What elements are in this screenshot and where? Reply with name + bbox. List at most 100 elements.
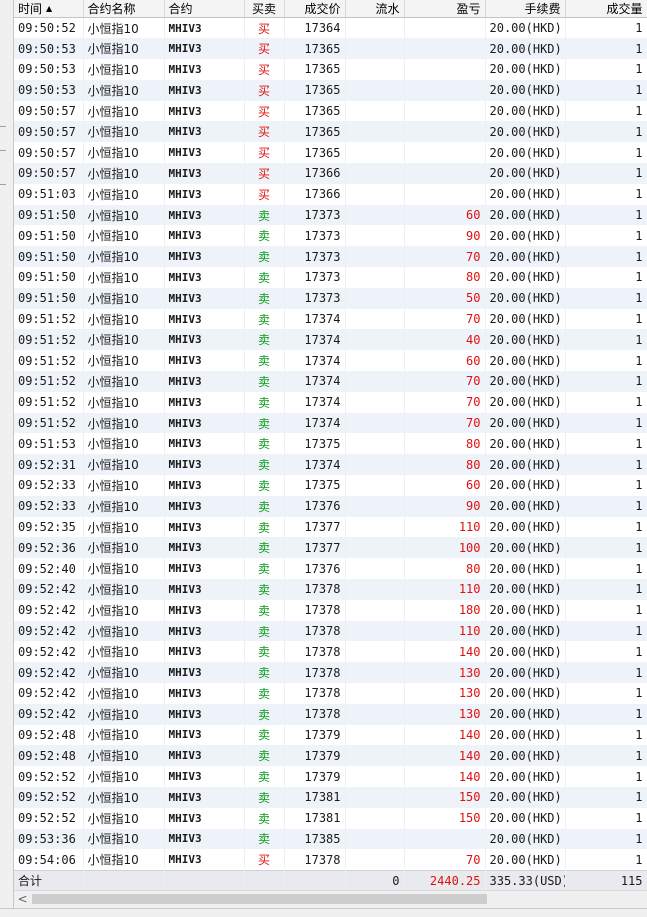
table-row[interactable]: 09:50:53 小恒指10 MHIV3 买 17365 20.00(HKD) 1 xyxy=(14,38,647,60)
totals-empty-cell xyxy=(244,869,285,890)
table-row[interactable]: 09:51:52 小恒指10 MHIV3 卖 17374 60 20.00(HKD) 1 xyxy=(14,350,647,372)
table-row[interactable]: 09:52:33 小恒指10 MHIV3 卖 17375 60 20.00(HKD) 1 xyxy=(14,475,647,496)
cell-contract-name: 小恒指10 xyxy=(83,412,165,434)
table-row[interactable]: 09:50:57 小恒指10 MHIV3 买 17365 20.00(HKD) 1 xyxy=(14,121,647,143)
table-row[interactable]: 09:52:42 小恒指10 MHIV3 卖 17378 180 20.00(HKD) 1 xyxy=(14,599,647,621)
table-row[interactable]: 09:52:33 小恒指10 MHIV3 卖 17376 90 20.00(HKD) 1 xyxy=(14,495,647,517)
cell-side: 卖 xyxy=(244,599,285,621)
column-header-time[interactable]: 时间 ▲ xyxy=(14,0,84,18)
cell-flow xyxy=(345,308,405,330)
cell-price: 17374 xyxy=(284,371,346,392)
table-row[interactable]: 09:52:40 小恒指10 MHIV3 卖 17376 80 20.00(HKD) 1 xyxy=(14,558,647,580)
cell-time: 09:51:53 xyxy=(14,433,84,455)
table-row[interactable]: 09:50:57 小恒指10 MHIV3 买 17366 20.00(HKD) 1 xyxy=(14,163,647,184)
cell-side: 卖 xyxy=(244,246,285,268)
table-row[interactable]: 09:52:35 小恒指10 MHIV3 卖 17377 110 20.00(HKD) 1 xyxy=(14,516,647,538)
table-row[interactable]: 09:51:50 小恒指10 MHIV3 卖 17373 80 20.00(HKD) 1 xyxy=(14,267,647,288)
cell-price: 17376 xyxy=(284,558,346,580)
cell-contract-code: MHIV3 xyxy=(164,620,245,642)
cell-time: 09:53:36 xyxy=(14,828,84,850)
cell-price: 17365 xyxy=(284,79,346,101)
cell-fee: 20.00(HKD) xyxy=(485,183,566,205)
table-row[interactable]: 09:50:57 小恒指10 MHIV3 买 17365 20.00(HKD) 1 xyxy=(14,100,647,122)
cell-contract-name: 小恒指10 xyxy=(83,641,165,663)
column-header-side[interactable]: 买卖 xyxy=(244,0,285,18)
table-row[interactable]: 09:50:53 小恒指10 MHIV3 买 17365 20.00(HKD) 1 xyxy=(14,79,647,101)
table-row[interactable]: 09:50:52 小恒指10 MHIV3 买 17364 20.00(HKD) 1 xyxy=(14,17,647,39)
table-row[interactable]: 09:51:52 小恒指10 MHIV3 卖 17374 40 20.00(HKD) 1 xyxy=(14,329,647,351)
cell-side: 卖 xyxy=(244,204,285,226)
cell-pnl: 150 xyxy=(404,807,486,829)
table-row[interactable]: 09:50:53 小恒指10 MHIV3 买 17365 20.00(HKD) 1 xyxy=(14,59,647,80)
cell-price: 17378 xyxy=(284,662,346,683)
table-row[interactable]: 09:52:52 小恒指10 MHIV3 卖 17381 150 20.00(HKD) 1 xyxy=(14,786,647,808)
cell-contract-code: MHIV3 xyxy=(164,163,245,184)
cell-qty: 1 xyxy=(565,17,647,39)
table-row[interactable]: 09:52:48 小恒指10 MHIV3 卖 17379 140 20.00(HKD) 1 xyxy=(14,745,647,767)
table-row[interactable]: 09:51:50 小恒指10 MHIV3 卖 17373 60 20.00(HKD) 1 xyxy=(14,204,647,226)
trade-records-grid: 时间 ▲ 合约名称 合约 买卖 成交价 流水 盈亏 手续费 成交量 09:50:5… xyxy=(14,0,647,890)
table-row[interactable]: 09:53:36 小恒指10 MHIV3 卖 17385 20.00(HKD) 1 xyxy=(14,828,647,850)
scroll-left-arrow-icon[interactable]: < xyxy=(14,891,31,908)
cell-contract-name: 小恒指10 xyxy=(83,433,165,455)
table-row[interactable]: 09:51:50 小恒指10 MHIV3 卖 17373 50 20.00(HKD) 1 xyxy=(14,287,647,309)
table-row[interactable]: 09:52:42 小恒指10 MHIV3 卖 17378 130 20.00(HKD) 1 xyxy=(14,662,647,683)
cell-pnl: 70 xyxy=(404,371,486,392)
table-row[interactable]: 09:50:57 小恒指10 MHIV3 买 17365 20.00(HKD) 1 xyxy=(14,142,647,164)
cell-contract-code: MHIV3 xyxy=(164,308,245,330)
cell-fee: 20.00(HKD) xyxy=(485,246,566,268)
table-row[interactable]: 09:52:42 小恒指10 MHIV3 卖 17378 110 20.00(HKD) 1 xyxy=(14,620,647,642)
column-header-qty[interactable]: 成交量 xyxy=(565,0,647,18)
cell-contract-name: 小恒指10 xyxy=(83,121,165,143)
cell-qty: 1 xyxy=(565,391,647,413)
table-row[interactable]: 09:51:50 小恒指10 MHIV3 卖 17373 70 20.00(HKD) 1 xyxy=(14,246,647,268)
cell-price: 17378 xyxy=(284,599,346,621)
table-row[interactable]: 09:52:42 小恒指10 MHIV3 卖 17378 140 20.00(HKD) 1 xyxy=(14,641,647,663)
horizontal-scrollbar[interactable]: < xyxy=(14,890,647,908)
cell-time: 09:52:42 xyxy=(14,641,84,663)
cell-contract-name: 小恒指10 xyxy=(83,391,165,413)
cell-contract-code: MHIV3 xyxy=(164,641,245,663)
column-header-name[interactable]: 合约名称 xyxy=(83,0,165,18)
table-row[interactable]: 09:51:52 小恒指10 MHIV3 卖 17374 70 20.00(HKD) 1 xyxy=(14,308,647,330)
table-row[interactable]: 09:52:42 小恒指10 MHIV3 卖 17378 110 20.00(HKD) 1 xyxy=(14,579,647,600)
cell-contract-code: MHIV3 xyxy=(164,599,245,621)
cell-qty: 1 xyxy=(565,287,647,309)
cell-qty: 1 xyxy=(565,495,647,517)
cell-side: 买 xyxy=(244,59,285,80)
table-row[interactable]: 09:51:03 小恒指10 MHIV3 买 17366 20.00(HKD) 1 xyxy=(14,183,647,205)
cell-fee: 20.00(HKD) xyxy=(485,516,566,538)
table-row[interactable]: 09:52:48 小恒指10 MHIV3 卖 17379 140 20.00(HKD) 1 xyxy=(14,724,647,746)
table-row[interactable]: 09:52:31 小恒指10 MHIV3 卖 17374 80 20.00(HKD) 1 xyxy=(14,454,647,476)
column-header-flow[interactable]: 流水 xyxy=(345,0,405,18)
table-row[interactable]: 09:54:06 小恒指10 MHIV3 买 17378 70 20.00(HKD) 1 xyxy=(14,849,647,871)
table-row[interactable]: 09:52:52 小恒指10 MHIV3 卖 17379 140 20.00(HKD) 1 xyxy=(14,766,647,787)
cell-qty: 1 xyxy=(565,620,647,642)
column-header-fee[interactable]: 手续费 xyxy=(485,0,566,18)
table-row[interactable]: 09:52:36 小恒指10 MHIV3 卖 17377 100 20.00(HKD) 1 xyxy=(14,537,647,559)
cell-contract-code: MHIV3 xyxy=(164,724,245,746)
cell-contract-name: 小恒指10 xyxy=(83,59,165,80)
table-row[interactable]: 09:51:50 小恒指10 MHIV3 卖 17373 90 20.00(HKD) 1 xyxy=(14,225,647,247)
table-row[interactable]: 09:51:53 小恒指10 MHIV3 卖 17375 80 20.00(HKD) 1 xyxy=(14,433,647,455)
trade-records-table: 时间 ▲ 合约名称 合约 买卖 成交价 流水 盈亏 手续费 成交量 09:50:5… xyxy=(14,0,647,890)
cell-fee: 20.00(HKD) xyxy=(485,537,566,559)
cell-price: 17378 xyxy=(284,579,346,600)
cell-pnl: 70 xyxy=(404,308,486,330)
table-row[interactable]: 09:52:52 小恒指10 MHIV3 卖 17381 150 20.00(HKD) 1 xyxy=(14,807,647,829)
table-row[interactable]: 09:52:42 小恒指10 MHIV3 卖 17378 130 20.00(HKD) 1 xyxy=(14,683,647,704)
cell-price: 17378 xyxy=(284,703,346,725)
table-row[interactable]: 09:51:52 小恒指10 MHIV3 卖 17374 70 20.00(HKD) 1 xyxy=(14,391,647,413)
column-header-pnl[interactable]: 盈亏 xyxy=(404,0,486,18)
column-header-price[interactable]: 成交价 xyxy=(284,0,346,18)
table-row[interactable]: 09:51:52 小恒指10 MHIV3 卖 17374 70 20.00(HKD) 1 xyxy=(14,412,647,434)
cell-fee: 20.00(HKD) xyxy=(485,433,566,455)
cell-price: 17385 xyxy=(284,828,346,850)
cell-contract-code: MHIV3 xyxy=(164,558,245,580)
cell-contract-name: 小恒指10 xyxy=(83,828,165,850)
table-row[interactable]: 09:52:42 小恒指10 MHIV3 卖 17378 130 20.00(HKD) 1 xyxy=(14,703,647,725)
table-row[interactable]: 09:51:52 小恒指10 MHIV3 卖 17374 70 20.00(HKD) 1 xyxy=(14,371,647,392)
cell-fee: 20.00(HKD) xyxy=(485,412,566,434)
column-header-code[interactable]: 合约 xyxy=(164,0,245,18)
scrollbar-thumb[interactable] xyxy=(32,894,487,904)
